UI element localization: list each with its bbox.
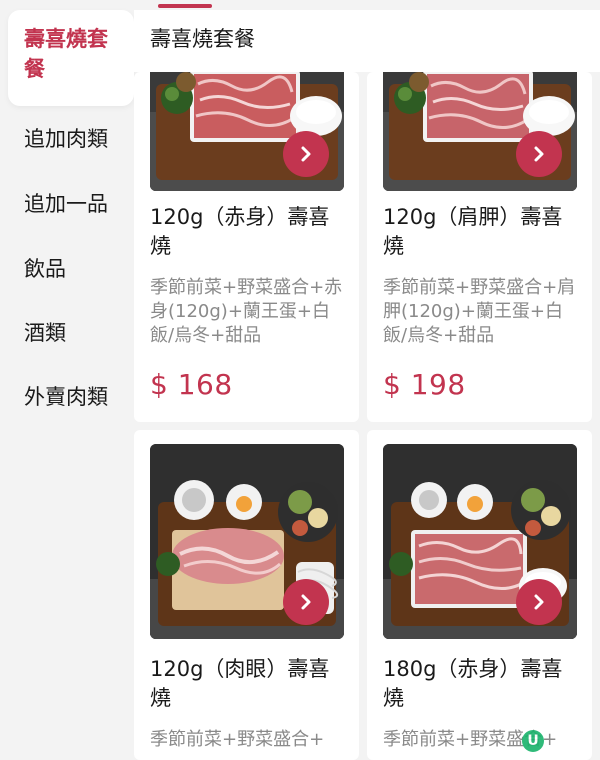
chevron-right-icon	[301, 594, 311, 610]
product-card[interactable]: 120g（肉眼）壽喜燒 季節前菜+野菜盛合+	[134, 430, 359, 760]
food-image	[383, 444, 577, 639]
item-price: $ 198	[383, 368, 466, 401]
watermark-logo: U	[522, 730, 544, 752]
sidebar-item-sukiyaki-set[interactable]: 壽喜燒套餐	[8, 10, 134, 106]
open-item-button[interactable]	[283, 131, 329, 177]
chevron-right-icon	[534, 594, 544, 610]
product-card[interactable]: 120g（肩胛）壽喜燒 季節前菜+野菜盛合+肩胛(120g)+蘭王蛋+白飯/烏冬…	[367, 72, 592, 422]
sidebar-item-takeaway-meat[interactable]: 外賣肉類	[0, 382, 126, 412]
item-description: 季節前菜+野菜盛合+	[150, 729, 325, 750]
section-header: 壽喜燒套餐	[134, 10, 600, 72]
sidebar-item-extra-meat[interactable]: 追加肉類	[0, 124, 126, 154]
product-card[interactable]: 120g（赤身）壽喜燒 季節前菜+野菜盛合+赤身(120g)+蘭王蛋+白飯/烏冬…	[134, 72, 359, 422]
sidebar-item-extra-dish[interactable]: 追加一品	[0, 189, 126, 219]
food-image	[383, 72, 577, 191]
item-description: 季節前菜+野菜盛合+	[383, 729, 558, 750]
item-price: $ 168	[150, 368, 233, 401]
section-title: 壽喜燒套餐	[150, 27, 255, 51]
active-tab-indicator	[158, 4, 212, 8]
item-title: 120g（赤身）壽喜燒	[150, 205, 330, 258]
open-item-button[interactable]	[283, 579, 329, 625]
chevron-right-icon	[301, 146, 311, 162]
sidebar-item-drinks[interactable]: 飲品	[0, 254, 126, 284]
food-image	[150, 72, 344, 191]
category-sidebar: 壽喜燒套餐 追加肉類 追加一品 飲品 酒類 外賣肉類	[0, 0, 134, 750]
open-item-button[interactable]	[516, 131, 562, 177]
product-card[interactable]: 180g（赤身）壽喜燒 季節前菜+野菜盛合+ U	[367, 430, 592, 760]
item-description: 季節前菜+野菜盛合+赤身(120g)+蘭王蛋+白飯/烏冬+甜品	[150, 277, 343, 346]
open-item-button[interactable]	[516, 579, 562, 625]
chevron-right-icon	[534, 146, 544, 162]
item-title: 180g（赤身）壽喜燒	[383, 657, 563, 710]
food-image	[150, 444, 344, 639]
item-title: 120g（肉眼）壽喜燒	[150, 657, 330, 710]
sidebar-item-alcohol[interactable]: 酒類	[0, 318, 126, 348]
item-description: 季節前菜+野菜盛合+肩胛(120g)+蘭王蛋+白飯/烏冬+甜品	[383, 277, 576, 346]
item-title: 120g（肩胛）壽喜燒	[383, 205, 563, 258]
